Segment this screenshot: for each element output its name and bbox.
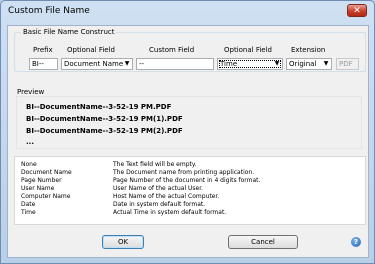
- legend-description: Actual Time in system default format.: [113, 209, 227, 216]
- legend-key: None: [21, 161, 37, 168]
- title-bar[interactable]: Custom File Name ✕: [1, 1, 374, 25]
- legend-description: Host Name of the actual Computer.: [113, 193, 220, 200]
- legend-description: User Name of the actual User.: [113, 185, 204, 192]
- prefix-label: Prefix: [33, 46, 53, 54]
- extension-suffix-input: PDF: [336, 58, 359, 70]
- dialog-title: Custom File Name: [8, 6, 90, 16]
- legend-description: Date in system default format.: [113, 201, 206, 208]
- close-button[interactable]: ✕: [347, 4, 367, 17]
- preview-box: BI--DocumentName--3-52-19 PM.PDF BI--Doc…: [16, 96, 362, 149]
- legend-description: Page Number of the document in 4 digits …: [113, 177, 261, 184]
- legend-key: Time: [21, 209, 36, 216]
- legend-key: Computer Name: [21, 193, 71, 200]
- custom-field-label: Custom Field: [149, 46, 195, 54]
- group-label: Basic File Name Construct: [21, 28, 117, 36]
- preview-line: BI--DocumentName--3-52-19 PM.PDF: [26, 103, 172, 111]
- optional-field-1-value: Document Name: [64, 60, 124, 68]
- legend-description: The Text field will be empty.: [113, 161, 197, 168]
- optional-field-2-label: Optional Field: [224, 46, 272, 54]
- preview-line: BI--DocumentName--3-52-19 PM(1).PDF: [26, 115, 183, 123]
- basic-file-name-construct-group: Basic File Name Construct Prefix Optiona…: [14, 28, 366, 72]
- extension-label: Extension: [291, 46, 326, 54]
- legend-key: User Name: [21, 185, 55, 192]
- optional-field-1-select[interactable]: Document Name ▼: [61, 58, 133, 70]
- ok-button[interactable]: OK: [102, 235, 144, 249]
- optional-field-1-label: Optional Field: [67, 46, 115, 54]
- extension-value: Original: [289, 60, 317, 68]
- field-legend: None The Text field will be empty. Docum…: [14, 156, 366, 225]
- preview-line: BI--DocumentName--3-52-19 PM(2).PDF: [26, 127, 183, 135]
- dialog-client-area: Basic File Name Construct Prefix Optiona…: [7, 25, 369, 258]
- legend-key: Page Number: [21, 177, 62, 184]
- chevron-down-icon: ▼: [323, 60, 329, 67]
- legend-key: Date: [21, 201, 36, 208]
- cancel-button[interactable]: Cancel: [228, 235, 298, 249]
- extension-select[interactable]: Original ▼: [286, 58, 332, 70]
- optional-field-2-value: Time: [220, 60, 238, 68]
- optional-field-2-select[interactable]: Time ▼: [217, 58, 283, 70]
- preview-label: Preview: [17, 88, 45, 96]
- help-icon[interactable]: ?: [351, 237, 361, 247]
- chevron-down-icon: ▼: [124, 60, 130, 67]
- custom-file-name-dialog: Custom File Name ✕ Basic File Name Const…: [0, 0, 375, 264]
- chevron-down-icon: ▼: [274, 60, 280, 67]
- prefix-input[interactable]: BI--: [29, 58, 58, 70]
- legend-key: Document Name: [21, 169, 72, 176]
- close-icon: ✕: [353, 5, 361, 16]
- legend-description: The Document name from printing applicat…: [113, 169, 255, 176]
- preview-line: ...: [26, 138, 34, 146]
- custom-field-input[interactable]: --: [136, 58, 214, 70]
